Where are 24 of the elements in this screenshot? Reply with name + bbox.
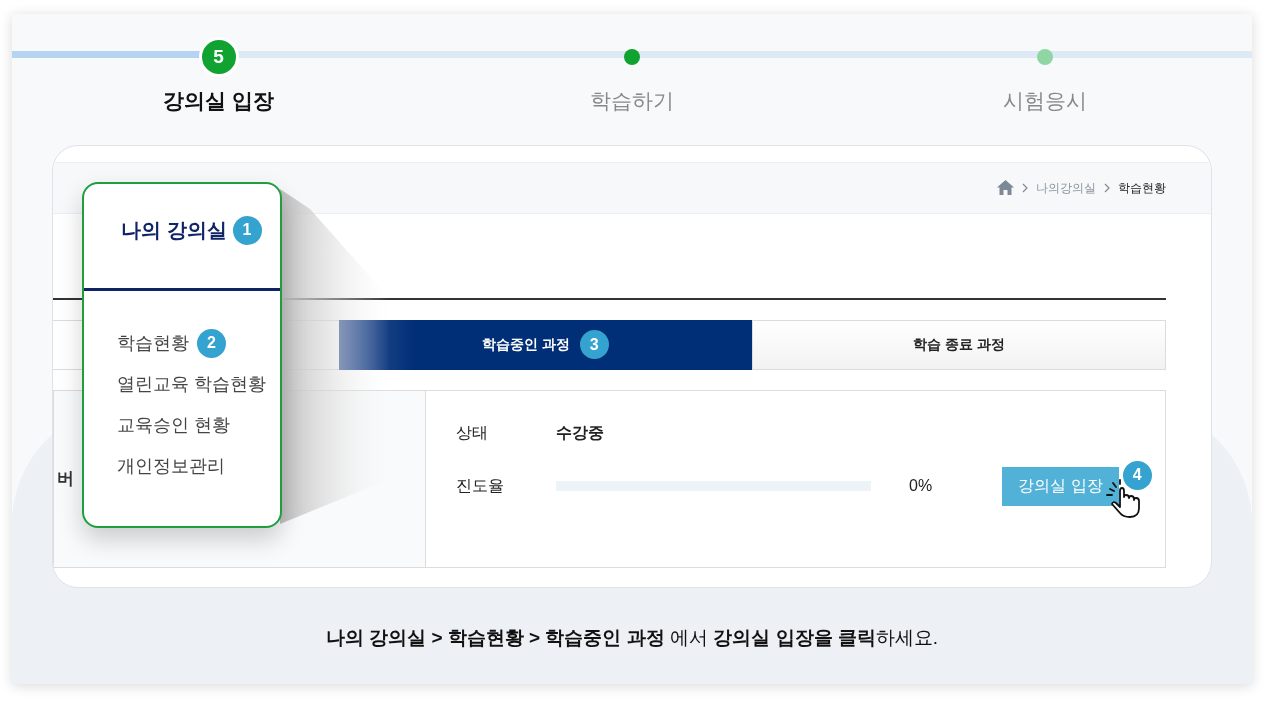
- menu-item[interactable]: 학습현황: [117, 329, 189, 357]
- menu-item[interactable]: 개인정보관리: [117, 452, 225, 480]
- breadcrumb-link[interactable]: 학습현황: [1118, 178, 1166, 197]
- step-label: 시험응시: [1003, 88, 1088, 114]
- home-icon[interactable]: [997, 180, 1014, 195]
- step-number-badge: 2: [197, 328, 226, 358]
- instruction-text: 나의 강의실 > 학습현황 > 학습중인 과정 에서 강의실 입장을 클릭하세요.: [324, 625, 940, 650]
- status-label: 상태: [456, 422, 489, 443]
- tab[interactable]: 학습 종료 과정: [751, 319, 1166, 370]
- menu-item[interactable]: 열린교육 학습현황: [117, 370, 266, 398]
- progress-percent: 0%: [909, 476, 933, 496]
- step-label: 강의실 입장: [163, 88, 275, 114]
- course-title: 버: [57, 467, 74, 490]
- chevron-icon: [1022, 182, 1028, 193]
- menu-item[interactable]: 교육승인 현황: [117, 411, 230, 439]
- status-value: 수강중: [556, 422, 604, 443]
- step-number-badge: 4: [1122, 460, 1152, 490]
- step-number-badge: 3: [579, 330, 609, 359]
- step-label: 학습하기: [590, 88, 674, 114]
- step-number-badge: 1: [232, 215, 262, 245]
- step-number-badge: 5: [198, 37, 239, 77]
- progress-label: 진도율: [456, 476, 505, 496]
- menu-title[interactable]: 나의 강의실: [121, 215, 227, 245]
- chevron-icon: [1104, 182, 1110, 193]
